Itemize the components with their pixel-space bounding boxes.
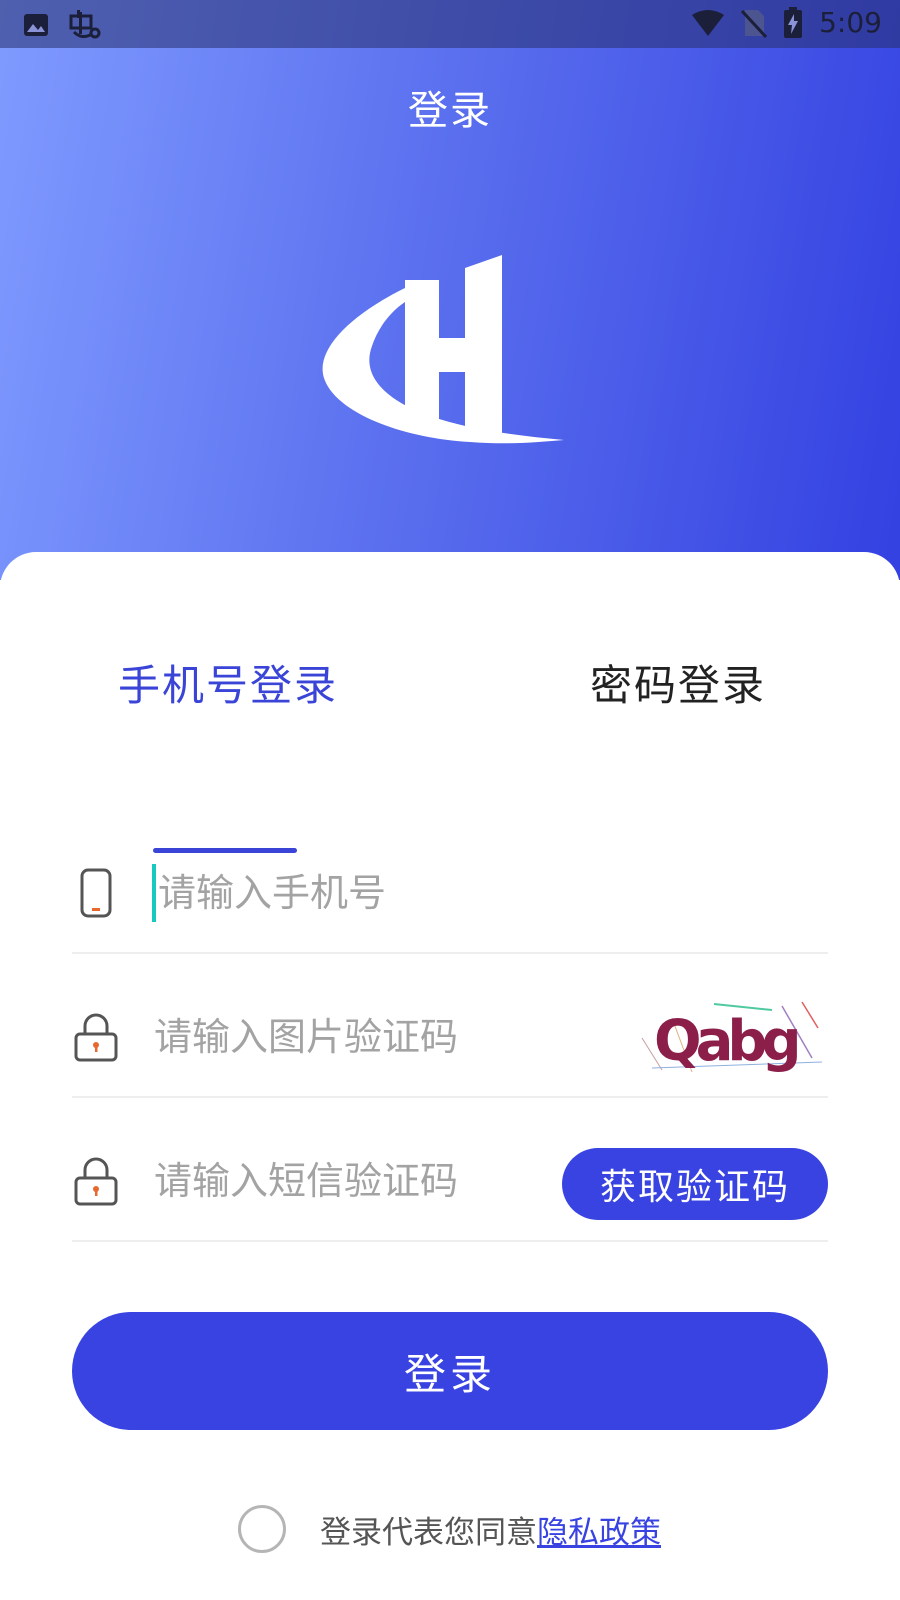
sms-code-input[interactable] (154, 1152, 574, 1210)
privacy-policy-link[interactable]: 隐私政策 (537, 1507, 661, 1552)
lock-icon (72, 1156, 120, 1212)
no-sim-icon (741, 8, 768, 38)
captcha-text: Qabg (654, 1009, 797, 1074)
phone-input[interactable] (152, 864, 572, 922)
page-title: 登录 (408, 88, 492, 134)
agreement-row: 登录代表您同意 隐私政策 (238, 1504, 661, 1554)
battery-charging-icon (783, 6, 803, 39)
login-screen: 5:09 登录 手机号登录 密码登录 请输入手机号 请输入图片验证码 Qabg … (0, 0, 900, 1600)
captcha-image[interactable]: Qabg (632, 998, 832, 1082)
lock-icon (72, 1012, 120, 1068)
phone-icon (72, 868, 120, 924)
brand-logo (320, 250, 570, 454)
header-banner: 5:09 登录 (0, 0, 900, 580)
status-bar: 5:09 (0, 0, 900, 48)
agreement-text: 登录代表您同意 (320, 1514, 537, 1551)
wifi-icon (691, 9, 725, 37)
captcha-input[interactable] (154, 1008, 574, 1066)
login-tabs: 手机号登录 密码登录 (0, 652, 900, 853)
image-icon (22, 11, 50, 39)
get-sms-code-button[interactable]: 获取验证码 (562, 1148, 828, 1220)
tab-phone-login[interactable]: 手机号登录 (118, 652, 338, 713)
tab-password-login[interactable]: 密码登录 (590, 652, 766, 713)
sms-field-row: 获取验证码 (72, 1122, 828, 1242)
login-card: 手机号登录 密码登录 请输入手机号 请输入图片验证码 Qabg 请输入短信验证码… (0, 552, 900, 1600)
status-time: 5:09 (819, 6, 882, 39)
status-right: 5:09 (691, 6, 882, 39)
phone-field-row (72, 834, 828, 954)
captcha-field-row: Qabg (72, 978, 828, 1098)
bug-icon (68, 8, 102, 42)
agree-checkbox[interactable] (238, 1505, 286, 1553)
login-button[interactable]: 登录 (72, 1312, 828, 1430)
status-left (22, 8, 102, 42)
